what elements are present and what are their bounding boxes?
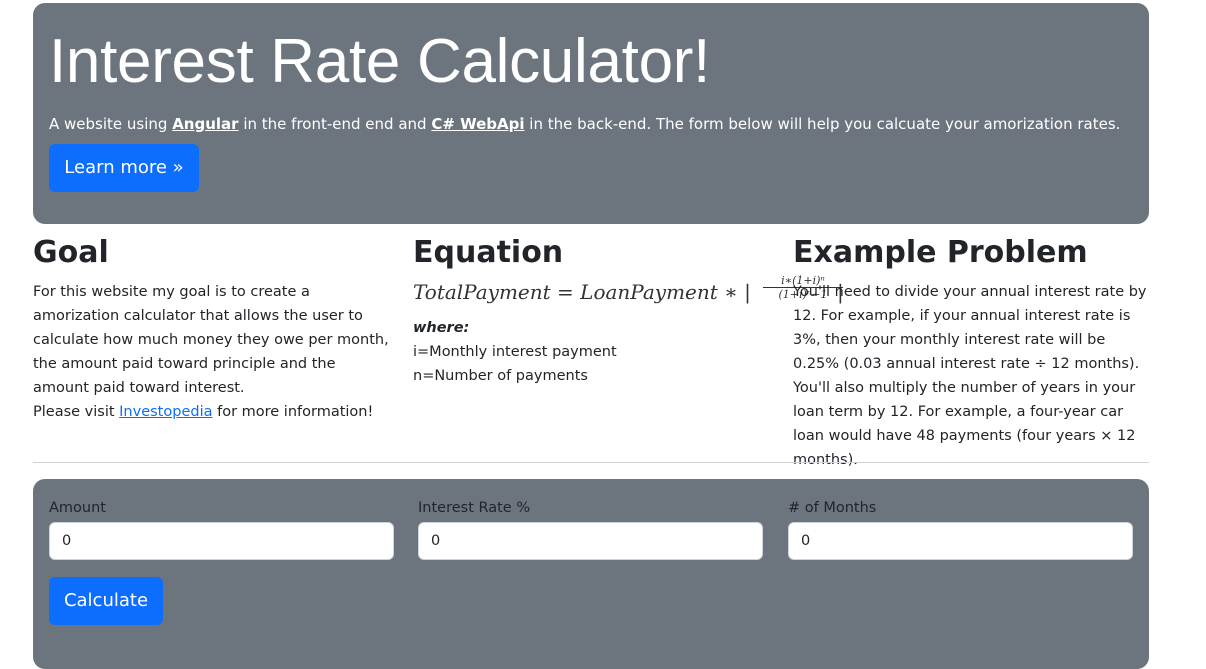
hero-banner: Interest Rate Calculator! A website usin… [33, 3, 1149, 224]
interest-rate-label: Interest Rate % [418, 500, 531, 516]
amount-group: Amount 0 [49, 498, 394, 560]
lead-middle: in the front-end end and [238, 115, 432, 133]
lead-prefix: A website using [49, 115, 173, 133]
example-text: You'll need to divide your annual intere… [793, 284, 1147, 468]
equation-formula: TotalPayment = LoanPayment ∗ | i∗(1+i)ⁿ … [413, 274, 844, 314]
definition-i: i=Monthly interest payment [413, 344, 617, 360]
interest-rate-input[interactable]: 0 [418, 522, 763, 560]
calculate-button[interactable]: Calculate [49, 577, 163, 625]
amount-label: Amount [49, 500, 106, 516]
goal-section: Goal For this website my goal is to crea… [33, 234, 393, 424]
visit-prefix: Please visit [33, 404, 120, 420]
where-label: where: [413, 320, 470, 336]
visit-suffix: for more information! [212, 404, 374, 420]
interest-rate-group: Interest Rate % 0 [418, 498, 763, 560]
example-heading: Example Problem [793, 235, 1088, 270]
equation-section: Equation TotalPayment = LoanPayment ∗ | … [413, 234, 844, 388]
section-divider [33, 462, 1149, 463]
goal-heading: Goal [33, 235, 109, 270]
example-section: Example Problem You'll need to divide yo… [793, 234, 1153, 472]
angular-link[interactable]: Angular [172, 115, 238, 133]
amount-input[interactable]: 0 [49, 522, 394, 560]
page-title: Interest Rate Calculator! [49, 27, 711, 96]
definition-n: n=Number of payments [413, 368, 588, 384]
learn-more-button[interactable]: Learn more » [49, 144, 199, 192]
hero-description: A website using Angular in the front-end… [49, 113, 1133, 135]
webapi-link[interactable]: C# WebApi [431, 115, 524, 133]
goal-text: For this website my goal is to create a … [33, 284, 389, 396]
goal-visit-line: Please visit Investopedia for more infor… [33, 400, 393, 424]
lead-suffix: in the back-end. The form below will hel… [524, 115, 1121, 133]
equation-heading: Equation [413, 235, 564, 270]
months-label: # of Months [788, 500, 877, 516]
formula-main: TotalPayment = LoanPayment ∗ | [413, 280, 751, 304]
months-group: # of Months 0 [788, 498, 1133, 560]
months-input[interactable]: 0 [788, 522, 1133, 560]
calculator-form: Amount 0 Interest Rate % 0 # of Months 0… [33, 479, 1149, 669]
investopedia-link[interactable]: Investopedia [119, 404, 212, 420]
